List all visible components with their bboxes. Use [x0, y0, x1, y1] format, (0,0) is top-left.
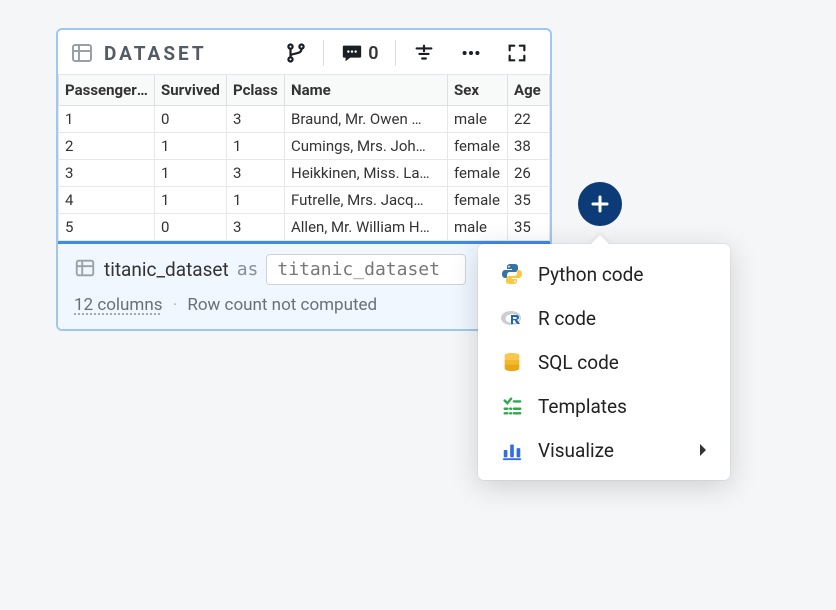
table-row[interactable]: 313Heikkinen, Miss. La…female26 [59, 160, 550, 187]
table-cell: 0 [155, 106, 227, 133]
filter-button[interactable] [402, 38, 446, 68]
table-cell: 2 [59, 133, 155, 160]
column-header[interactable]: Pclass [227, 75, 285, 106]
add-button[interactable] [578, 182, 622, 226]
as-keyword: as [237, 259, 259, 280]
table-cell: Allen, Mr. William H… [285, 214, 448, 241]
divider [323, 40, 325, 66]
table-cell: 0 [155, 214, 227, 241]
table-cell: 1 [155, 187, 227, 214]
table-cell: 1 [155, 133, 227, 160]
dataset-name: titanic_dataset [104, 258, 229, 281]
table-row[interactable]: 503Allen, Mr. William H…male35 [59, 214, 550, 241]
table-cell: female [448, 187, 508, 214]
table-cell: 3 [59, 160, 155, 187]
add-menu: Python code R code SQL code [478, 244, 730, 480]
table-cell: Braund, Mr. Owen … [285, 106, 448, 133]
menu-item-visualize[interactable]: Visualize [478, 428, 730, 472]
table-cell: 26 [508, 160, 550, 187]
table-cell: 3 [227, 160, 285, 187]
table-cell: 35 [508, 214, 550, 241]
menu-label: Python code [538, 263, 643, 286]
menu-item-python[interactable]: Python code [478, 252, 730, 296]
columns-link[interactable]: 12 columns [74, 295, 163, 315]
card-title: DATASET [104, 42, 207, 65]
column-header[interactable]: PassengerId [59, 75, 155, 106]
card-footer: titanic_dataset as 12 columns · Row coun… [58, 244, 550, 329]
templates-icon [500, 394, 524, 418]
data-table-wrap: PassengerIdSurvivedPclassNameSexAge 103B… [58, 75, 550, 244]
alias-input[interactable] [266, 254, 466, 285]
table-row[interactable]: 411Futrelle, Mrs. Jacq…female35 [59, 187, 550, 214]
menu-label: Templates [538, 395, 627, 418]
table-icon [74, 257, 96, 283]
table-cell: female [448, 133, 508, 160]
menu-label: R code [538, 307, 596, 330]
chevron-right-icon [698, 439, 708, 462]
menu-label: SQL code [538, 351, 619, 374]
rowcount-label: Row count not computed [187, 295, 377, 315]
column-header[interactable]: Survived [155, 75, 227, 106]
menu-item-r[interactable]: R code [478, 296, 730, 340]
table-cell: 3 [227, 214, 285, 241]
r-icon [500, 306, 524, 330]
separator: · [173, 295, 177, 315]
branch-button[interactable] [275, 38, 317, 68]
table-cell: 3 [227, 106, 285, 133]
table-cell: male [448, 106, 508, 133]
card-header: DATASET 0 [58, 30, 550, 75]
table-row[interactable]: 103Braund, Mr. Owen …male22 [59, 106, 550, 133]
table-cell: 1 [227, 133, 285, 160]
table-cell: male [448, 214, 508, 241]
table-row[interactable]: 211Cumings, Mrs. Joh…female38 [59, 133, 550, 160]
comment-count: 0 [368, 43, 378, 64]
table-cell: 1 [59, 106, 155, 133]
table-icon [70, 41, 94, 65]
footer-status: 12 columns · Row count not computed [74, 295, 534, 315]
table-cell: 35 [508, 187, 550, 214]
data-table: PassengerIdSurvivedPclassNameSexAge 103B… [58, 75, 550, 241]
expand-button[interactable] [496, 38, 538, 68]
menu-label: Visualize [538, 439, 614, 462]
table-cell: 5 [59, 214, 155, 241]
comments-button[interactable]: 0 [330, 38, 388, 68]
more-button[interactable] [450, 38, 492, 68]
sql-icon [500, 350, 524, 374]
table-cell: 4 [59, 187, 155, 214]
column-header[interactable]: Age [508, 75, 550, 106]
divider [395, 40, 397, 66]
table-cell: 1 [155, 160, 227, 187]
dataset-alias-row: titanic_dataset as [74, 254, 534, 285]
menu-item-templates[interactable]: Templates [478, 384, 730, 428]
table-cell: Heikkinen, Miss. La… [285, 160, 448, 187]
table-cell: 22 [508, 106, 550, 133]
python-icon [500, 262, 524, 286]
visualize-icon [500, 438, 524, 462]
column-header[interactable]: Sex [448, 75, 508, 106]
table-cell: female [448, 160, 508, 187]
column-header[interactable]: Name [285, 75, 448, 106]
table-cell: Futrelle, Mrs. Jacq… [285, 187, 448, 214]
table-cell: 38 [508, 133, 550, 160]
table-cell: Cumings, Mrs. Joh… [285, 133, 448, 160]
table-cell: 1 [227, 187, 285, 214]
menu-item-sql[interactable]: SQL code [478, 340, 730, 384]
